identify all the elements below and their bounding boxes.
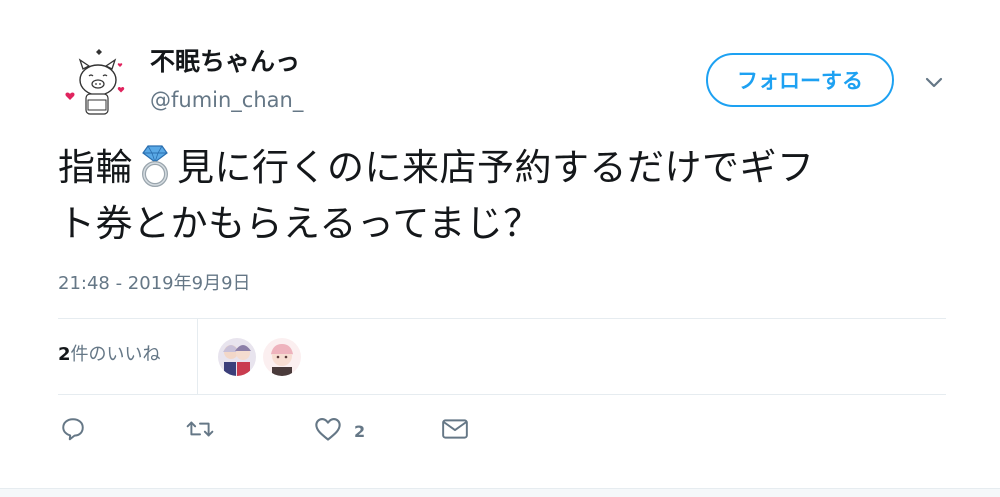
bottom-bar xyxy=(0,488,1000,497)
reply-icon xyxy=(60,416,86,446)
tweet-text-line-2: ト券とかもらえるってまじ？ xyxy=(58,202,541,245)
tweet-text-line-1: 指輪 見に行くのに来店予約するだけでギフ xyxy=(58,140,958,196)
liker-avatar[interactable] xyxy=(218,338,256,376)
user-handle[interactable]: @fumin_chan_ xyxy=(150,86,303,114)
tweet-text-part: 見に行くのに来店予約するだけでギフ xyxy=(177,146,815,189)
tweet-text: 指輪 見に行くのに来店予約するだけでギフ ト券とかもらえるってまじ？ xyxy=(58,140,958,252)
heart-icon xyxy=(314,416,342,446)
divider xyxy=(58,318,946,319)
retweet-button[interactable] xyxy=(186,416,214,446)
liker-avatar[interactable] xyxy=(263,338,301,376)
tweet-text-part: 指輪 xyxy=(58,146,133,189)
ring-emoji-icon xyxy=(133,142,177,188)
like-count: 2 xyxy=(354,421,366,441)
likes-summary[interactable]: 2件のいいね xyxy=(58,342,161,368)
envelope-icon xyxy=(441,417,469,445)
avatar[interactable] xyxy=(58,42,132,122)
direct-message-button[interactable] xyxy=(441,416,469,446)
divider xyxy=(58,394,946,395)
display-name[interactable]: 不眠ちゃんっ xyxy=(150,46,300,78)
follow-button[interactable]: フォローする xyxy=(706,53,894,107)
divider-vertical xyxy=(197,318,198,394)
likes-label: 件のいいね xyxy=(70,344,161,365)
retweet-icon xyxy=(186,416,214,446)
tweet-timestamp[interactable]: 21:48 - 2019年9月9日 xyxy=(58,270,251,298)
chevron-down-icon[interactable] xyxy=(922,70,946,94)
likes-count: 2 xyxy=(58,344,71,365)
like-button[interactable]: 2 xyxy=(314,416,365,446)
reply-button[interactable] xyxy=(60,416,86,446)
